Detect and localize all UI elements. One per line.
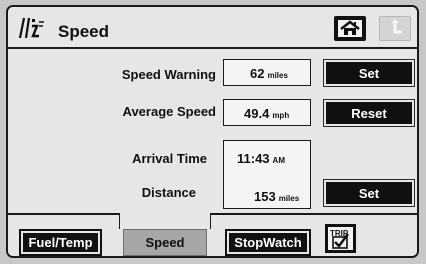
header: Speed [8, 7, 417, 49]
selected-tab-edge-right [210, 213, 211, 229]
arrival-time-value: 11:43 [237, 151, 270, 166]
trip-computer-panel: Speed Speed Warning 62 miles Set Average… [6, 5, 419, 258]
screen: Speed Speed Warning 62 miles Set Average… [0, 0, 426, 264]
tab-stopwatch-label: StopWatch [234, 235, 302, 250]
distance-unit: miles [278, 194, 300, 203]
trip-checklist-icon: TRIP [328, 227, 353, 250]
distance-label: Distance [141, 185, 196, 200]
tab-stopwatch[interactable]: StopWatch [225, 229, 311, 256]
back-button[interactable] [379, 16, 411, 41]
home-icon [340, 20, 360, 35]
speed-warning-value: 62 miles [223, 59, 311, 86]
home-button[interactable] [334, 16, 366, 41]
arrival-time-unit: AM [272, 156, 285, 165]
speed-warning-set-button[interactable]: Set [326, 62, 412, 84]
back-arrow-icon [391, 19, 402, 34]
average-speed-unit: mph [272, 111, 290, 120]
page-title: Speed [58, 22, 110, 41]
distance-value: 153 [254, 189, 276, 204]
speed-warning-unit: miles [267, 71, 288, 80]
selected-tab-edge-left [119, 213, 120, 229]
speed-warning-number: 62 [250, 66, 265, 81]
tab-speed[interactable]: Speed [123, 229, 207, 256]
average-speed-value: 49.4 mph [223, 99, 311, 126]
tab-fuel-temp-label: Fuel/Temp [28, 235, 93, 250]
trip-computer-logo-icon [18, 17, 44, 39]
tab-fuel-temp[interactable]: Fuel/Temp [19, 229, 102, 256]
tab-trip[interactable]: TRIP [325, 224, 356, 253]
average-speed-reset-button[interactable]: Reset [326, 102, 412, 124]
arrival-distance-value-box: 11:43 AM 153 miles [223, 140, 311, 209]
speed-warning-label: Speed Warning [121, 67, 216, 82]
tab-divider-right [211, 213, 417, 215]
arrival-time-label: Arrival Time [132, 151, 207, 166]
average-speed-label: Average Speed [122, 104, 216, 119]
tab-divider-left [8, 213, 119, 215]
distance-set-button[interactable]: Set [326, 182, 412, 204]
tab-speed-label: Speed [145, 235, 185, 250]
home-button-face [338, 20, 362, 37]
average-speed-number: 49.4 [244, 106, 270, 121]
